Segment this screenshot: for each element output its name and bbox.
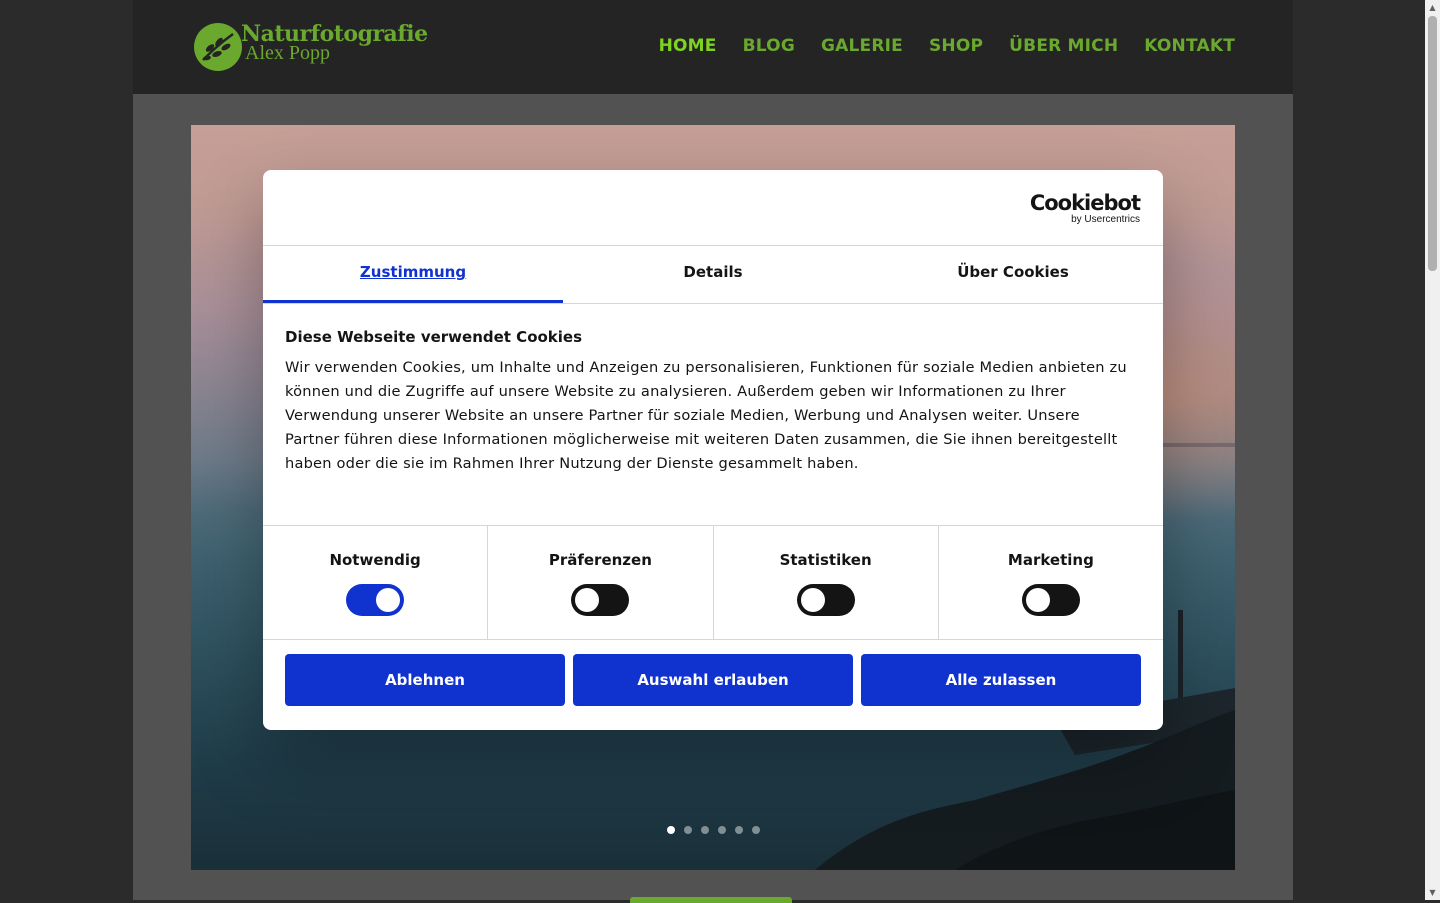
toggle-cell-notwendig: Notwendig bbox=[263, 526, 489, 639]
switch-knob bbox=[800, 588, 825, 612]
cookie-action-buttons: Ablehnen Auswahl erlauben Alle zulassen bbox=[285, 654, 1141, 706]
scroll-down-icon[interactable]: ▼ bbox=[1425, 885, 1440, 900]
notwendig-switch[interactable] bbox=[346, 584, 405, 616]
decline-button[interactable]: Ablehnen bbox=[285, 654, 565, 706]
toggle-label: Notwendig bbox=[329, 551, 421, 569]
marketing-switch[interactable] bbox=[1021, 584, 1080, 616]
logo-subtitle: Alex Popp bbox=[245, 42, 330, 64]
nav-galerie[interactable]: GALERIE bbox=[821, 36, 903, 56]
allow-all-button[interactable]: Alle zulassen bbox=[861, 654, 1141, 706]
cookie-consent-dialog: Cookiebot by Usercentrics Zustimmung Det… bbox=[263, 170, 1163, 730]
site-header: Naturfotografie Alex Popp HOME BLOG GALE… bbox=[133, 0, 1293, 94]
tab-label: Details bbox=[683, 263, 743, 281]
statistiken-switch[interactable] bbox=[796, 584, 855, 616]
switch-knob bbox=[1025, 588, 1050, 612]
switch-knob bbox=[376, 588, 401, 612]
nav-shop[interactable]: SHOP bbox=[929, 36, 983, 56]
slider-dot[interactable] bbox=[752, 826, 760, 834]
tab-details[interactable]: Details bbox=[563, 246, 863, 303]
tab-label: Über Cookies bbox=[957, 263, 1069, 281]
page-scrollbar[interactable]: ▲ ▼ bbox=[1425, 0, 1440, 900]
tab-zustimmung[interactable]: Zustimmung bbox=[263, 246, 563, 303]
tab-ueber-cookies[interactable]: Über Cookies bbox=[863, 246, 1163, 303]
cookiebot-brand-name: Cookiebot bbox=[1029, 191, 1141, 215]
slider-dot[interactable] bbox=[684, 826, 692, 834]
nav-blog[interactable]: BLOG bbox=[743, 36, 795, 56]
allow-selection-button[interactable]: Auswahl erlauben bbox=[573, 654, 853, 706]
slider-dot[interactable] bbox=[667, 826, 675, 834]
cookie-dialog-header: Cookiebot by Usercentrics bbox=[263, 170, 1163, 246]
nav-kontakt[interactable]: KONTAKT bbox=[1144, 36, 1235, 56]
scroll-up-icon[interactable]: ▲ bbox=[1425, 0, 1440, 15]
slider-pagination bbox=[667, 826, 760, 834]
scroll-thumb[interactable] bbox=[1428, 16, 1437, 271]
toggle-cell-marketing: Marketing bbox=[939, 526, 1163, 639]
cookie-dialog-tabs: Zustimmung Details Über Cookies bbox=[263, 246, 1163, 304]
toggle-label: Marketing bbox=[1007, 551, 1094, 569]
nav-ueber-mich[interactable]: ÜBER MICH bbox=[1009, 36, 1118, 56]
nav-home[interactable]: HOME bbox=[659, 36, 717, 56]
cookie-category-toggles: Notwendig Präferenzen Statistiken Market… bbox=[263, 525, 1163, 640]
hidden-cta-button[interactable] bbox=[630, 897, 792, 903]
cookie-dialog-title: Diese Webseite verwendet Cookies bbox=[285, 328, 583, 346]
toggle-cell-praeferenzen: Präferenzen bbox=[488, 526, 714, 639]
cookie-dialog-body: Diese Webseite verwendet Cookies Wir ver… bbox=[285, 328, 1135, 476]
leaf-emblem-icon bbox=[194, 23, 242, 71]
toggle-label: Statistiken bbox=[779, 551, 872, 569]
cookiebot-brand-by: by Usercentrics bbox=[1071, 214, 1140, 225]
slider-dot[interactable] bbox=[718, 826, 726, 834]
tab-label: Zustimmung bbox=[359, 263, 467, 281]
main-nav: HOME BLOG GALERIE SHOP ÜBER MICH KONTAKT bbox=[659, 36, 1235, 56]
toggle-cell-statistiken: Statistiken bbox=[714, 526, 939, 639]
switch-knob bbox=[575, 588, 600, 612]
toggle-label: Präferenzen bbox=[548, 551, 652, 569]
cookie-dialog-text: Wir verwenden Cookies, um Inhalte und An… bbox=[285, 359, 1127, 472]
cookiebot-logo: Cookiebot by Usercentrics bbox=[1029, 191, 1141, 225]
site-logo[interactable]: Naturfotografie Alex Popp bbox=[193, 20, 428, 76]
praeferenzen-switch[interactable] bbox=[571, 584, 630, 616]
slider-dot[interactable] bbox=[735, 826, 743, 834]
slider-dot[interactable] bbox=[701, 826, 709, 834]
